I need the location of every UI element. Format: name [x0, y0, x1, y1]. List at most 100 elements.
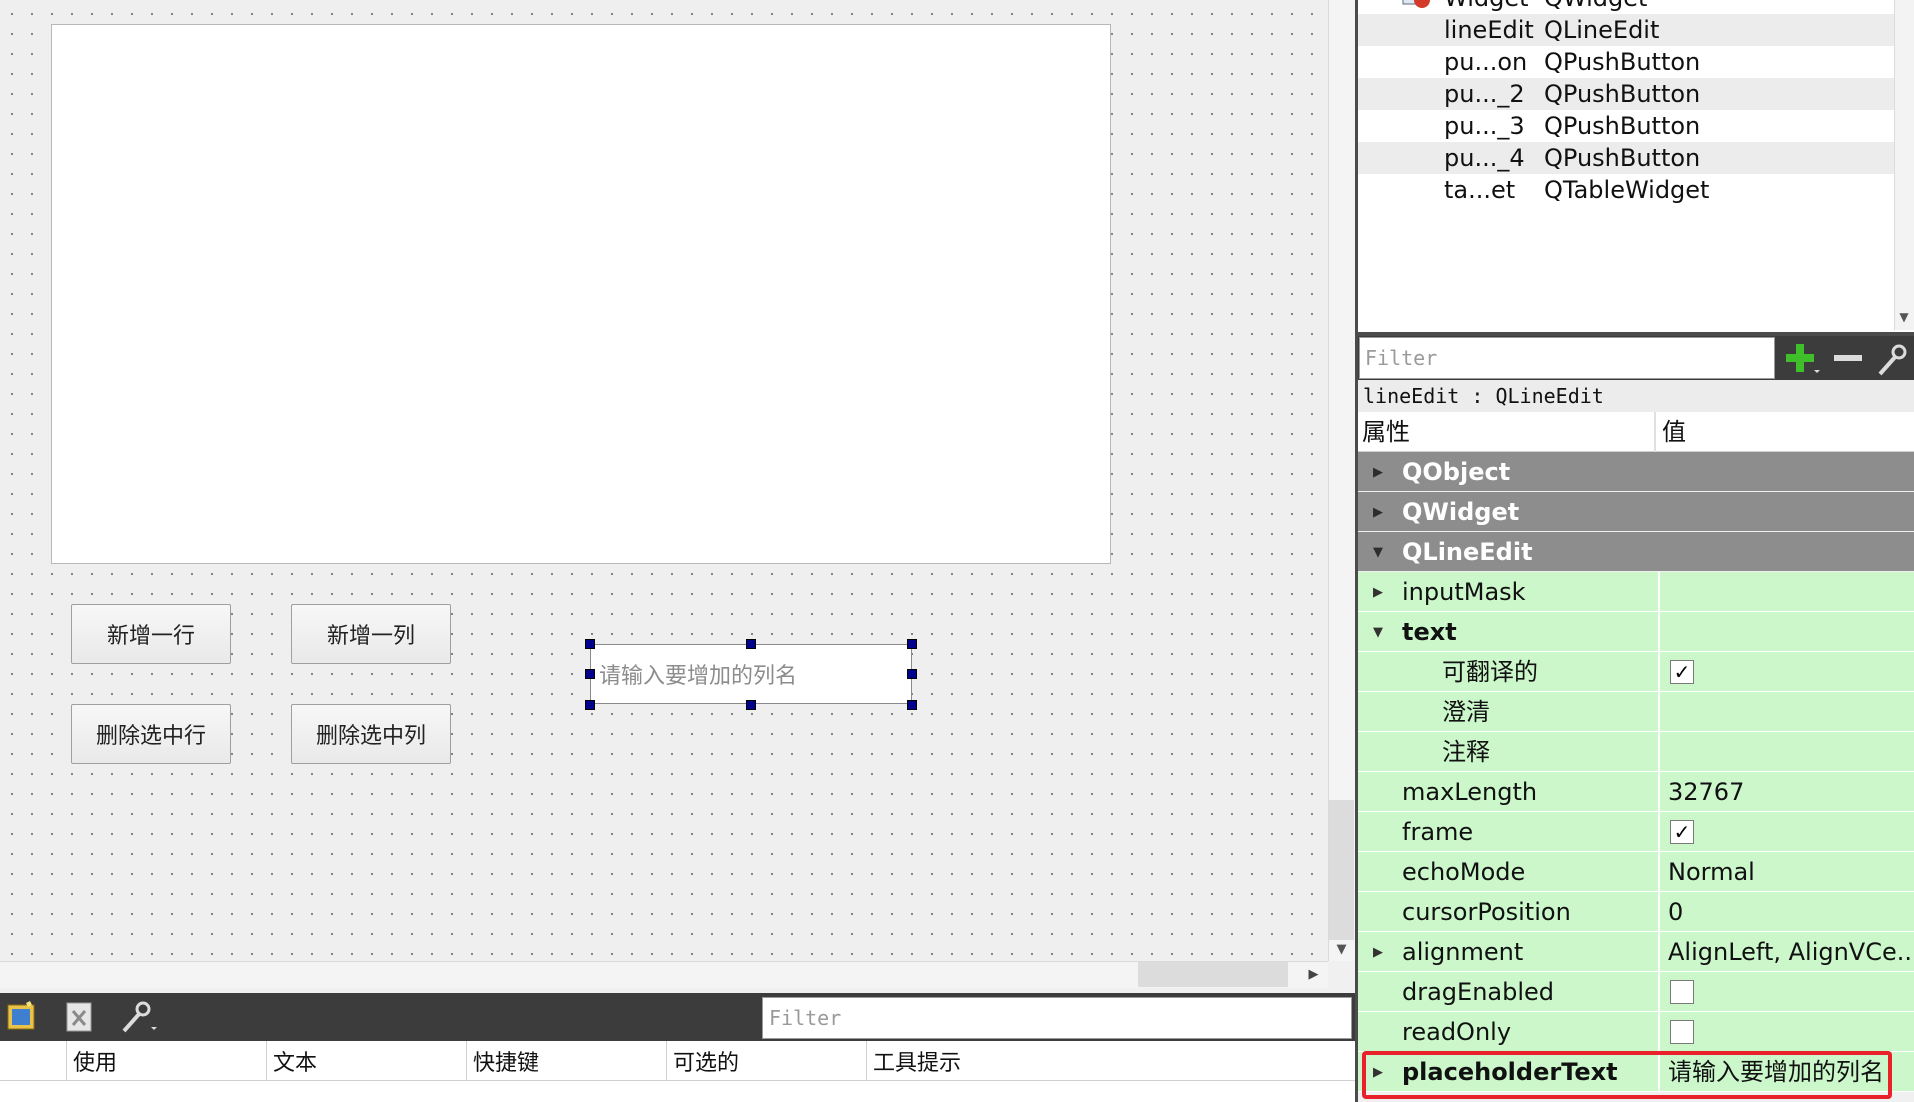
property-value[interactable]: Normal [1658, 852, 1910, 892]
remove-dynamic-property-icon[interactable] [1828, 338, 1868, 378]
column-name-line-edit[interactable]: 请输入要增加的列名 [590, 644, 912, 704]
property-name: maxLength [1402, 778, 1538, 806]
prop-row-text[interactable]: ▼ text [1358, 612, 1914, 652]
tree-row-tablewidget[interactable]: ta...et QTableWidget [1358, 174, 1894, 206]
delete-action-icon[interactable] [60, 997, 100, 1037]
tree-row-widget[interactable]: Widget QWidget [1358, 0, 1894, 14]
prop-row-alignment[interactable]: ▶ alignment AlignLeft, AlignVCe... [1358, 932, 1914, 972]
tree-row-class: QPushButton [1544, 144, 1701, 172]
dragenabled-checkbox[interactable] [1670, 980, 1694, 1004]
property-value[interactable]: 32767 [1658, 772, 1910, 812]
property-name: cursorPosition [1402, 898, 1571, 926]
property-value[interactable] [1658, 612, 1910, 652]
canvas-vertical-scroll-thumb[interactable] [1329, 800, 1354, 940]
expand-arrow-icon[interactable]: ▶ [1370, 572, 1386, 612]
property-value[interactable] [1658, 972, 1910, 1012]
property-value[interactable]: ✓ [1658, 652, 1910, 692]
property-value[interactable] [1658, 572, 1910, 612]
expand-arrow-icon[interactable]: ▶ [1370, 932, 1386, 972]
property-value[interactable] [1658, 732, 1910, 772]
prop-row-frame[interactable]: frame ✓ [1358, 812, 1914, 852]
scroll-down-arrow-icon[interactable]: ▼ [1328, 938, 1355, 960]
property-value[interactable]: ✓ [1658, 812, 1910, 852]
tree-row-name: Widget [1444, 0, 1529, 14]
selection-handle-top-left[interactable] [585, 639, 595, 649]
value-column-header[interactable]: 值 [1658, 412, 1686, 452]
property-value[interactable]: AlignLeft, AlignVCe... [1658, 932, 1910, 972]
selection-handle-top-right[interactable] [907, 639, 917, 649]
tree-row-pushbutton[interactable]: pu...on QPushButton [1358, 46, 1894, 78]
property-name: 可翻译的 [1442, 658, 1538, 686]
object-inspector-tree: Widget QWidget lineEdit QLineEdit pu...o… [1358, 0, 1914, 332]
selection-handle-right[interactable] [907, 669, 917, 679]
property-value[interactable]: 0 [1658, 892, 1910, 932]
selection-handle-bottom-right[interactable] [907, 700, 917, 710]
prop-row-echomode[interactable]: echoMode Normal [1358, 852, 1914, 892]
selection-handle-left[interactable] [585, 669, 595, 679]
action-col-checkable[interactable]: 可选的 [666, 1041, 866, 1081]
property-column-header[interactable]: 属性 [1358, 412, 1410, 452]
action-col-text[interactable]: 文本 [266, 1041, 466, 1081]
tree-row-pushbutton-4[interactable]: pu..._4 QPushButton [1358, 142, 1894, 174]
selection-handle-top[interactable] [746, 639, 756, 649]
add-dynamic-property-icon[interactable] [1780, 338, 1820, 378]
header-divider [1654, 412, 1656, 452]
property-table-header: 属性 值 [1358, 412, 1914, 452]
prop-row-disambiguation[interactable]: 澄清 [1358, 692, 1914, 732]
property-value[interactable] [1658, 1012, 1910, 1052]
prop-row-inputmask[interactable]: ▶ inputMask [1358, 572, 1914, 612]
add-row-button[interactable]: 新增一行 [71, 604, 231, 664]
prop-row-cursorposition[interactable]: cursorPosition 0 [1358, 892, 1914, 932]
canvas-horizontal-scrollbar[interactable] [0, 961, 1328, 988]
tree-row-lineedit[interactable]: lineEdit QLineEdit [1358, 14, 1894, 46]
property-name: 澄清 [1442, 698, 1490, 726]
readonly-checkbox[interactable] [1670, 1020, 1694, 1044]
prop-row-translatable[interactable]: 可翻译的 ✓ [1358, 652, 1914, 692]
group-qlineedit[interactable]: ▼ QLineEdit [1358, 532, 1914, 572]
placeholdertext-highlight-box [1362, 1051, 1892, 1099]
add-column-button[interactable]: 新增一列 [291, 604, 451, 664]
expand-arrow-icon[interactable]: ▶ [1370, 452, 1386, 492]
prop-row-readonly[interactable]: readOnly [1358, 1012, 1914, 1052]
prop-row-dragenabled[interactable]: dragEnabled [1358, 972, 1914, 1012]
property-filter-input[interactable]: Filter [1359, 337, 1775, 379]
current-object-label: lineEdit : QLineEdit [1358, 380, 1914, 412]
wrench-icon[interactable] [1874, 338, 1914, 378]
property-name: text [1402, 618, 1457, 646]
delete-selected-column-button[interactable]: 删除选中列 [291, 704, 451, 764]
group-qobject[interactable]: ▶ QObject [1358, 452, 1914, 492]
selection-handle-bottom-left[interactable] [585, 700, 595, 710]
new-action-icon[interactable] [2, 997, 42, 1037]
property-name: alignment [1402, 938, 1524, 966]
tree-row-pushbutton-3[interactable]: pu..._3 QPushButton [1358, 110, 1894, 142]
tree-row-class: QPushButton [1544, 80, 1701, 108]
property-name: echoMode [1402, 858, 1526, 886]
delete-selected-row-button[interactable]: 删除选中行 [71, 704, 231, 764]
selection-handle-bottom[interactable] [746, 700, 756, 710]
action-col-blank[interactable] [0, 1041, 66, 1081]
scroll-right-arrow-icon[interactable]: ▶ [1300, 962, 1327, 987]
action-filter-input[interactable]: Filter [762, 997, 1352, 1039]
scroll-down-arrow-icon[interactable]: ▼ [1894, 305, 1914, 329]
collapse-arrow-icon[interactable]: ▼ [1370, 612, 1386, 652]
action-col-tooltip[interactable]: 工具提示 [866, 1041, 1355, 1081]
action-col-shortcut[interactable]: 快捷键 [466, 1041, 666, 1081]
group-qwidget[interactable]: ▶ QWidget [1358, 492, 1914, 532]
prop-row-comment[interactable]: 注释 [1358, 732, 1914, 772]
collapse-arrow-icon[interactable]: ▼ [1370, 532, 1386, 572]
group-label: QLineEdit [1402, 538, 1533, 566]
expand-arrow-icon[interactable]: ▶ [1370, 492, 1386, 532]
object-inspector-scrollbar[interactable] [1894, 0, 1914, 330]
table-widget[interactable] [51, 24, 1111, 564]
canvas-horizontal-scroll-thumb[interactable] [1138, 962, 1288, 987]
tree-row-name: pu..._4 [1444, 144, 1525, 172]
tree-row-class: QTableWidget [1544, 176, 1710, 204]
prop-row-maxlength[interactable]: maxLength 32767 [1358, 772, 1914, 812]
frame-checkbox[interactable]: ✓ [1670, 820, 1694, 844]
property-value[interactable] [1658, 692, 1910, 732]
tree-row-pushbutton-2[interactable]: pu..._2 QPushButton [1358, 78, 1894, 110]
action-col-used[interactable]: 使用 [66, 1041, 266, 1081]
wrench-icon[interactable] [118, 997, 158, 1037]
action-table-body [0, 1081, 1355, 1102]
translatable-checkbox[interactable]: ✓ [1670, 660, 1694, 684]
